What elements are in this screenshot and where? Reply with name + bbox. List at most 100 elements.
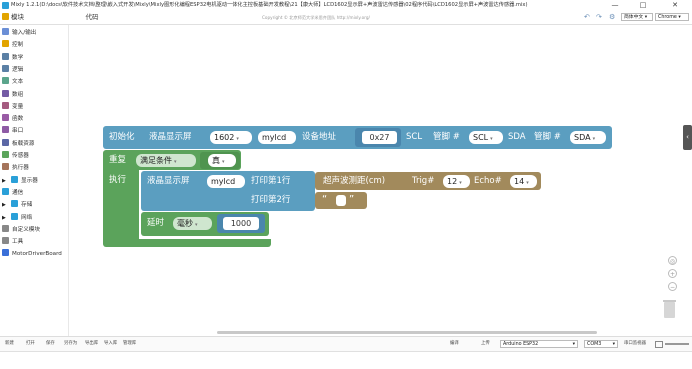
trash-icon[interactable] [663,300,676,318]
sidebar-item[interactable]: 板载资源 [2,138,35,150]
redo-icon[interactable]: ↷ [596,12,602,23]
print-line1-label: 打印第1行 [251,176,291,186]
settings-icon[interactable]: ⚙ [609,12,615,23]
sidebar-item[interactable]: 文本 [2,77,23,88]
address-field[interactable]: 0x27 [362,131,397,144]
lcd-print-name-field[interactable]: mylcd [207,175,245,188]
compile-button[interactable]: 编译 [450,338,459,350]
monitor-icon[interactable] [655,341,663,348]
sda-pin-dropdown[interactable]: SDA ▾ [570,131,606,144]
minimize-button[interactable]: — [604,0,626,11]
sidebar-item[interactable]: 通信 [2,187,23,199]
board-select-value: Arduino ESP32 [503,342,539,347]
lcd-model-dropdown[interactable]: 1602 ▾ [210,131,252,144]
sidebar-item[interactable]: 执行器 [2,163,29,174]
sidebar-item-label: 自定义模块 [12,226,40,233]
storage-icon [11,200,18,208]
status-button[interactable]: 另存为 [64,338,77,350]
sidebar-item-label: 传感器 [12,153,29,159]
upload-button[interactable]: 上传 [481,338,490,350]
undo-icon[interactable]: ↶ [584,12,590,23]
maximize-button[interactable]: □ [632,0,654,11]
port-select[interactable]: COM3 ▾ [584,340,618,348]
sidebar-item[interactable]: 输入/输出 [2,28,36,39]
logic-icon [2,64,9,72]
expand-arrow-icon[interactable]: ▶ [2,200,9,211]
serial-monitor-button[interactable]: 串口监视器 [624,338,646,350]
sidebar-item[interactable]: 数学 [2,52,23,64]
sidebar-item-label: 工具 [12,239,24,246]
math-icon [2,52,9,60]
expand-arrow-icon[interactable]: ▶ [2,213,9,224]
lcd-name-field[interactable]: mylcd [258,131,296,144]
status-button[interactable]: 导入库 [104,338,117,350]
collapse-arrow-icon: ‹ [686,133,689,141]
language-select[interactable]: 简体中文 ▾ [621,13,653,21]
sidebar-item[interactable]: ▶ 网络 [2,212,33,224]
sidebar-item[interactable]: 逻辑 [2,64,23,76]
workspace-horizontal-scroll[interactable] [217,331,597,334]
zoom-out-icon[interactable]: − [668,282,677,291]
sidebar-item-label: 显示器 [21,177,38,184]
sidebar-item-label: 板载资源 [12,140,35,147]
window-title: Mixly 1.2.1(D:\docs\软件技术文档\整理\嵌入式开发\Mixl… [11,2,528,8]
echo-label: Echo# [474,176,502,186]
function-icon [2,114,9,122]
modules-header[interactable]: 模块 [2,12,24,23]
app-icon [2,2,9,9]
zoom-in-icon[interactable]: + [668,269,677,278]
delay-value-field[interactable]: 1000 [223,217,259,230]
sidebar-item[interactable]: MotorDriverBoard [2,249,62,260]
bottom-toolbar: 编译 上传 Arduino ESP32 ▾ COM3 ▾ 串口监视器 新建 打开 保存另… [0,336,692,351]
quote-close: ” [349,194,355,205]
language-select-value: 简体中文 [624,15,644,20]
condition-dropdown[interactable]: 真 ▾ [208,154,236,167]
network-icon [11,212,18,220]
zoom-reset-icon[interactable]: ◎ [668,256,677,265]
board-icon [2,138,9,146]
sidebar-item[interactable]: 工具 [2,237,23,248]
expand-arrow-icon[interactable]: ▶ [2,176,9,187]
status-button[interactable]: 新建 [5,338,14,350]
sidebar-item[interactable]: 控制 [2,40,23,51]
status-button[interactable]: 打开 [26,338,35,350]
sidebar-item-label: 数组 [12,91,24,98]
trig-pin-dropdown[interactable]: 12 ▾ [443,175,470,188]
zoom-slider[interactable] [665,343,689,345]
array-icon [2,89,9,97]
sidebar-item[interactable]: ▶ 显示器 [2,175,38,187]
init-label: 初始化 [109,132,135,142]
text-string-field[interactable] [336,195,346,206]
sidebar-item[interactable]: 变量 [2,101,23,113]
sidebar-item-label: 执行器 [12,165,29,172]
sidebar-item[interactable]: 数组 [2,89,24,101]
init-device-label: 液晶显示屏 [149,132,192,142]
repeat-mode-dropdown[interactable]: 满足条件 ▾ [136,154,196,167]
sidebar-item[interactable]: ▶ 存储 [2,200,32,211]
sidebar-item[interactable]: 串口 [2,126,23,137]
board-select[interactable]: Arduino ESP32 ▾ [500,340,578,348]
output-console [0,351,692,369]
status-button[interactable]: 保存 [46,338,55,350]
sidebar-item[interactable]: 函数 [2,114,23,125]
theme-select[interactable]: Chrome ▾ [655,13,689,21]
scl-pin-dropdown[interactable]: SCL ▾ [469,131,503,144]
delay-unit-dropdown[interactable]: 毫秒 ▾ [173,217,212,230]
close-button[interactable]: ✕ [664,0,686,11]
display-icon [11,175,18,183]
sidebar-item[interactable]: 传感器 [2,151,29,162]
exec-label: 执行 [109,175,127,185]
sidebar-item-label: 网络 [21,214,33,221]
status-button[interactable]: 导出库 [85,338,98,350]
lcd-print-device-label: 液晶显示屏 [147,176,190,186]
sidebar-item[interactable]: 自定义模块 [2,224,40,236]
repeat-mode-value: 满足条件 [140,156,172,165]
status-button[interactable]: 管理库 [123,338,136,350]
repeat-label: 重复 [109,155,127,165]
sidebar-item-label: 串口 [12,128,24,135]
code-tab[interactable]: 代码 [78,12,106,23]
modules-icon [2,13,9,20]
tools-icon [2,237,9,245]
echo-pin-dropdown[interactable]: 14 ▾ [510,175,537,188]
workspace-vertical-scroll[interactable]: ‹ [683,125,692,150]
